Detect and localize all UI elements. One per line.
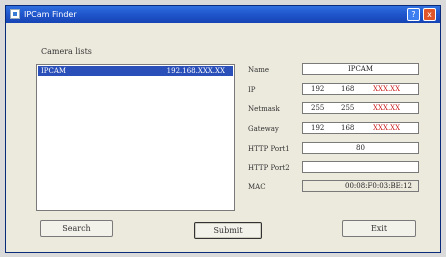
http-port1-label: HTTP Port1: [248, 145, 290, 153]
window-title: IPCam Finder: [24, 10, 77, 19]
name-value: IPCAM: [347, 65, 374, 73]
gateway-field[interactable]: 192 168 XXX.XX: [302, 122, 419, 134]
search-button[interactable]: Search: [40, 220, 113, 237]
mac-value: 00:08:F0:03:BE:12: [345, 182, 412, 190]
camera-ip: 192.168.XXX.XX: [166, 67, 225, 75]
gateway-segment-3: XXX.XX: [373, 124, 401, 132]
exit-button[interactable]: Exit: [342, 220, 416, 237]
ip-segment-3: XXX.XX: [373, 85, 401, 93]
title-bar[interactable]: IPCam Finder ? x: [6, 6, 440, 23]
ip-field[interactable]: 192 168 XXX.XX: [302, 83, 419, 95]
camera-list[interactable]: IPCAM 192.168.XXX.XX: [36, 64, 235, 211]
mac-field: 00:08:F0:03:BE:12: [302, 180, 419, 192]
camera-name: IPCAM: [41, 67, 67, 75]
gateway-segment-2: 168: [341, 124, 355, 132]
netmask-segment-1: 255: [311, 104, 325, 112]
netmask-segment-2: 255: [341, 104, 355, 112]
http-port2-field[interactable]: [302, 161, 419, 173]
name-field[interactable]: IPCAM: [302, 63, 419, 75]
netmask-label: Netmask: [248, 105, 280, 113]
camera-list-item[interactable]: IPCAM 192.168.XXX.XX: [38, 66, 233, 76]
help-button[interactable]: ?: [407, 8, 420, 21]
netmask-field[interactable]: 255 255 XXX.XX: [302, 102, 419, 114]
mac-label: MAC: [248, 183, 266, 191]
ip-segment-1: 192: [311, 85, 325, 93]
netmask-segment-3: XXX.XX: [373, 104, 401, 112]
ip-segment-2: 168: [341, 85, 355, 93]
camera-list-label: Camera lists: [41, 47, 92, 56]
submit-button[interactable]: Submit: [194, 222, 262, 239]
app-icon: [10, 9, 20, 19]
close-button[interactable]: x: [423, 8, 436, 21]
http-port1-field[interactable]: 80: [302, 142, 419, 154]
ip-label: IP: [248, 86, 256, 94]
http-port1-value: 80: [356, 144, 365, 152]
gateway-label: Gateway: [248, 125, 279, 133]
http-port2-label: HTTP Port2: [248, 164, 290, 172]
name-label: Name: [248, 66, 270, 74]
gateway-segment-1: 192: [311, 124, 325, 132]
ipcam-finder-window: IPCam Finder ? x Camera lists IPCAM 192.…: [5, 5, 441, 253]
